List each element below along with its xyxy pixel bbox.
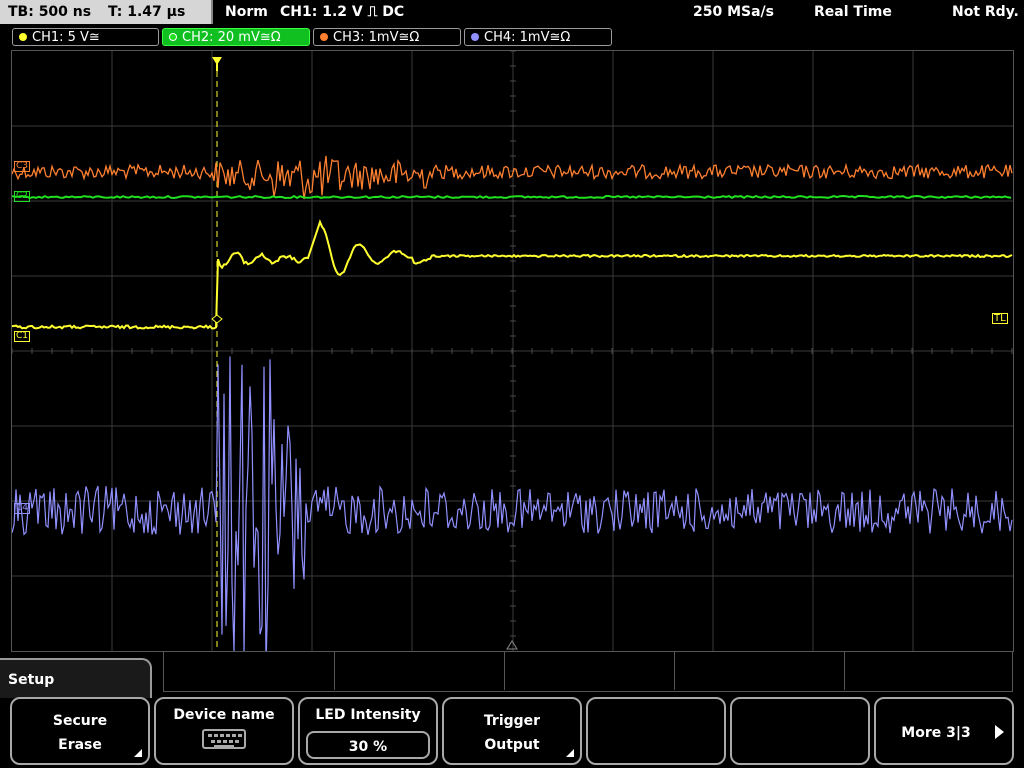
more-softkey[interactable]: More 3|3	[874, 697, 1014, 765]
ready-status: Not Rdy.	[952, 4, 1019, 20]
bottom-trigger-marker	[506, 640, 518, 650]
trigger-output-softkey[interactable]: Trigger Output	[442, 697, 582, 765]
realtime-label: Real Time	[814, 4, 892, 20]
trigger-point-marker	[211, 314, 223, 324]
trigger-level-marker[interactable]: TL	[992, 313, 1008, 324]
channel-tab-ch4[interactable]: CH4: 1mV≅Ω	[464, 28, 612, 46]
ch4-color-dot	[471, 33, 479, 41]
graticule-ticks	[12, 51, 1013, 637]
waveform-canvas	[12, 51, 1013, 651]
secure-erase-label-line2: Erase	[58, 737, 102, 753]
submenu-corner-icon	[134, 749, 142, 757]
sample-rate: 250 MSa/s	[693, 4, 775, 20]
led-intensity-value[interactable]: 30 %	[306, 731, 430, 759]
channel-tab-ch3[interactable]: CH3: 1mV≅Ω	[313, 28, 461, 46]
ch2-offset-marker[interactable]: C2	[14, 191, 31, 202]
timebase-box[interactable]: TB: 500 ns T: 1.47 µs	[0, 0, 213, 24]
channel-tab-ch2[interactable]: CH2: 20 mV≅Ω	[162, 28, 310, 46]
ch2-label: CH2: 20 mV≅Ω	[182, 30, 281, 45]
trigger-output-label-line2: Output	[484, 737, 540, 753]
next-page-icon	[995, 725, 1004, 739]
trigger-output-label-line1: Trigger	[483, 713, 541, 729]
ch3-label: CH3: 1mV≅Ω	[333, 30, 420, 45]
ch3-offset-marker[interactable]: C3	[14, 161, 31, 172]
empty-softkey-6[interactable]	[730, 697, 870, 765]
secure-erase-label-line1: Secure	[52, 713, 108, 729]
status-strip: Norm CH1: 1.2 V ⎍ DC 250 MSa/s Real Time…	[215, 0, 1024, 24]
submenu-corner-icon	[566, 749, 574, 757]
timebase-readout: TB: 500 ns	[8, 4, 92, 20]
ch1-trace	[12, 219, 1013, 330]
ch1-offset-marker[interactable]: C1	[14, 331, 31, 342]
ch3-color-dot	[320, 33, 328, 41]
ch4-trace	[12, 356, 1013, 651]
secure-erase-softkey[interactable]: Secure Erase	[10, 697, 150, 765]
ch2-color-dot	[169, 33, 177, 41]
ch3-trace	[12, 155, 1013, 200]
keyboard-icon	[202, 729, 246, 749]
ch1-label: CH1: 5 V≅	[32, 30, 100, 45]
trigger-time-readout: T: 1.47 µs	[107, 4, 186, 20]
waveform-display[interactable]: C3 C2 C1 C4 TL	[11, 50, 1014, 652]
info-strip	[163, 652, 1013, 692]
menu-title-tab: Setup	[0, 658, 152, 698]
ch2-trace	[12, 194, 1012, 200]
ch1-color-dot	[19, 33, 27, 41]
led-intensity-label: LED Intensity	[315, 707, 421, 723]
device-name-label: Device name	[173, 707, 275, 723]
more-label: More 3|3	[901, 725, 971, 741]
empty-softkey-5[interactable]	[586, 697, 726, 765]
device-name-softkey[interactable]: Device name	[154, 697, 294, 765]
ch4-label: CH4: 1mV≅Ω	[484, 30, 571, 45]
led-intensity-softkey[interactable]: LED Intensity 30 %	[298, 697, 438, 765]
trigger-info: CH1: 1.2 V ⎍ DC	[280, 4, 405, 20]
channel-tab-ch1[interactable]: CH1: 5 V≅	[12, 28, 159, 46]
acquisition-mode: Norm	[225, 4, 268, 20]
ch4-offset-marker[interactable]: C4	[14, 503, 31, 514]
